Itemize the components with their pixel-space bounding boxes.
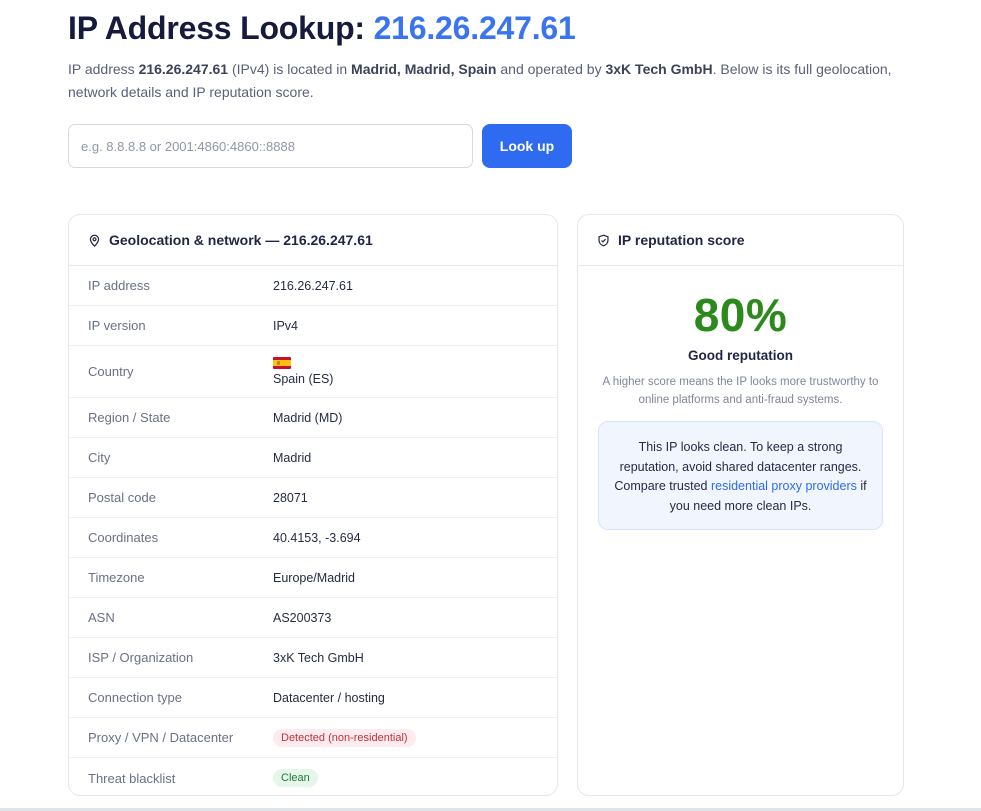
row-label: Threat blacklist [88, 770, 176, 786]
lookup-button[interactable]: Look up [482, 124, 572, 168]
row-value-country: Spain (ES) [273, 357, 333, 386]
row-label: Proxy / VPN / Datacenter [88, 730, 234, 745]
table-row: Postal code 28071 [69, 478, 557, 518]
table-row: City Madrid [69, 438, 557, 478]
row-value: Detected (non-residential) [273, 728, 416, 747]
row-value: 216.26.247.61 [273, 278, 353, 293]
reputation-card-header: IP reputation score [578, 215, 903, 266]
row-label: ASN [88, 610, 115, 625]
intro-part: (IPv4) is located in [228, 61, 352, 77]
intro-part: and operated by [496, 61, 606, 77]
shield-check-icon [597, 234, 610, 247]
row-value: Clean [273, 769, 318, 787]
geolocation-card-title: Geolocation & network — 216.26.247.61 [109, 232, 373, 248]
table-row: Coordinates 40.4153, -3.694 [69, 518, 557, 558]
reputation-description: A higher score means the IP looks more t… [602, 376, 879, 406]
table-row: Region / State Madrid (MD) [69, 398, 557, 438]
row-label: Country [88, 364, 134, 379]
row-label: Connection type [88, 690, 182, 705]
row-label: City [88, 450, 111, 465]
reputation-card-title: IP reputation score [618, 232, 745, 248]
table-row: Timezone Europe/Madrid [69, 558, 557, 598]
row-label: ISP / Organization [88, 650, 194, 665]
country-value: Spain (ES) [273, 372, 334, 386]
clean-ip-notice: This IP looks clean. To keep a strong re… [598, 421, 883, 530]
reputation-label: Good reputation [688, 348, 793, 363]
row-value: AS200373 [273, 610, 332, 625]
row-value: IPv4 [273, 318, 299, 333]
ip-search-input[interactable] [68, 124, 473, 168]
geolocation-card-header: Geolocation & network — 216.26.247.61 [69, 215, 557, 266]
row-label: IP address [88, 278, 150, 293]
table-row: IP address 216.26.247.61 [69, 266, 557, 306]
table-row: Country Spain (ES) [69, 346, 557, 398]
intro-part: IP address [68, 61, 139, 77]
proxy-detected-badge: Detected (non-residential) [273, 728, 416, 747]
intro-text: IP address 216.26.247.61 (IPv4) is locat… [68, 58, 904, 104]
row-value: Madrid [273, 450, 312, 465]
row-label: Postal code [88, 490, 156, 505]
row-label: IP version [88, 318, 146, 333]
table-row: ASN AS200373 [69, 598, 557, 638]
row-label: Region / State [88, 410, 171, 425]
reputation-score: 80% [693, 289, 788, 341]
intro-ip: 216.26.247.61 [138, 61, 229, 77]
table-row: Proxy / VPN / Datacenter Detected (non-r… [69, 718, 557, 758]
residential-proxy-link[interactable]: residential proxy providers [711, 479, 857, 493]
row-value: Madrid (MD) [273, 410, 343, 425]
table-row: IP version IPv4 [69, 306, 557, 346]
blacklist-clean-badge: Clean [273, 769, 318, 787]
table-row: ISP / Organization 3xK Tech GmbH [69, 638, 557, 678]
reputation-card: IP reputation score 80% Good reputation … [577, 214, 904, 796]
row-label: Timezone [88, 570, 145, 585]
spain-flag-icon [273, 357, 291, 369]
title-ip: 216.26.247.61 [373, 10, 576, 46]
row-value: Europe/Madrid [273, 570, 355, 585]
intro-org: 3xK Tech GmbH [605, 61, 713, 77]
row-value: 3xK Tech GmbH [273, 650, 364, 665]
intro-location: Madrid, Madrid, Spain [351, 61, 497, 77]
table-row: Connection type Datacenter / hosting [69, 678, 557, 718]
row-value: 28071 [273, 490, 308, 505]
row-value: 40.4153, -3.694 [273, 530, 361, 545]
row-value: Datacenter / hosting [273, 690, 385, 705]
title-prefix: IP Address Lookup: [68, 10, 374, 46]
location-pin-icon [88, 234, 101, 247]
row-label: Coordinates [88, 530, 159, 545]
table-row: Threat blacklist Clean [69, 758, 557, 795]
geolocation-card: Geolocation & network — 216.26.247.61 IP… [68, 214, 558, 796]
page-title: IP Address Lookup: 216.26.247.61 [68, 10, 576, 47]
